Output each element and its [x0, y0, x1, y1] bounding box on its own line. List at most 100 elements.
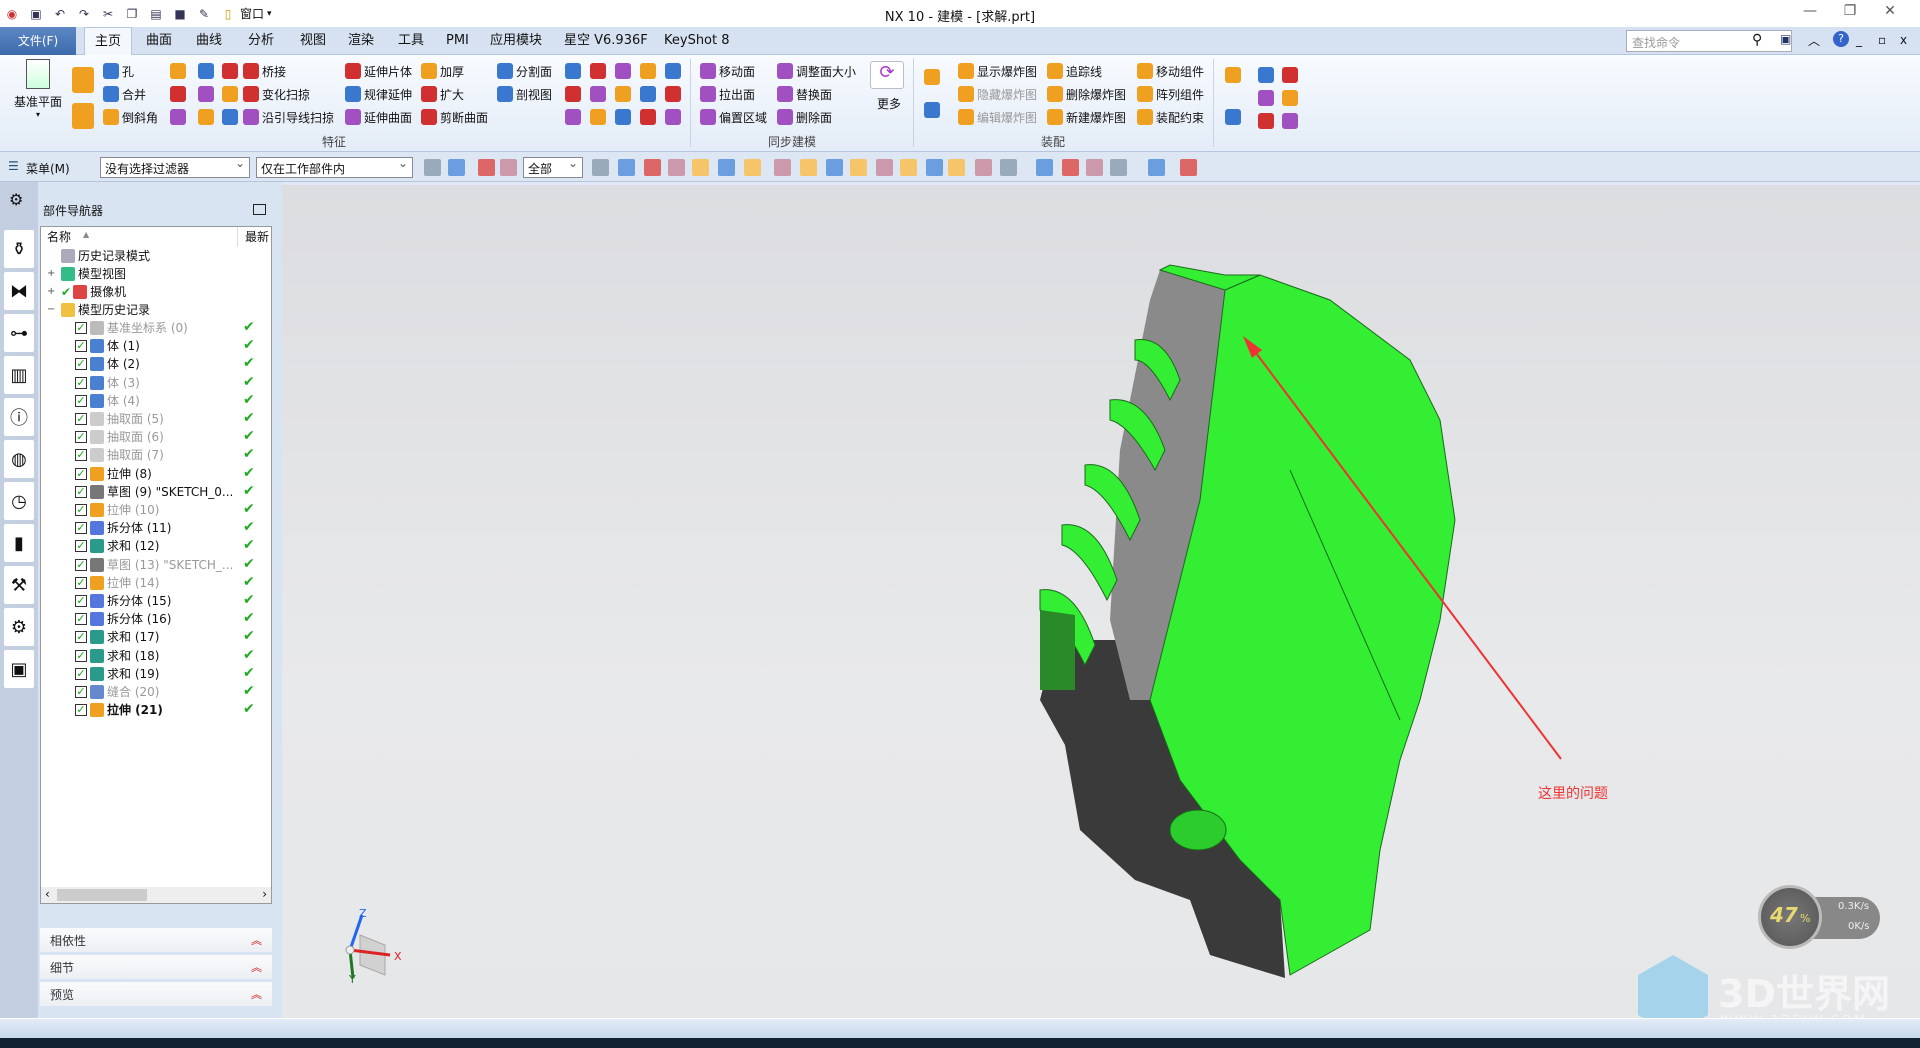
help-icon[interactable]: ?	[1833, 31, 1849, 47]
visibility-checkbox[interactable]: ✓	[75, 467, 87, 480]
visibility-checkbox[interactable]: ✓	[75, 522, 87, 535]
ribbon-icon-button[interactable]	[1225, 109, 1241, 125]
toolbar-icon-button[interactable]	[592, 159, 609, 176]
toolbar-icon-button[interactable]	[1036, 159, 1053, 176]
ribbon-button[interactable]: 剪断曲面	[421, 107, 488, 127]
visibility-checkbox[interactable]: ✓	[75, 704, 87, 717]
repeat-command-icon[interactable]: ■	[171, 6, 189, 22]
visibility-checkbox[interactable]: ✓	[75, 667, 87, 680]
ribbon-button[interactable]: 编辑爆炸图	[958, 107, 1037, 127]
toolbar-icon-button[interactable]	[826, 159, 843, 176]
doc-minimize-button[interactable]: _	[1856, 33, 1862, 47]
ribbon-icon-button[interactable]	[665, 86, 681, 102]
ribbon-icon-button[interactable]	[640, 86, 656, 102]
ribbon-button[interactable]: 隐藏爆炸图	[958, 84, 1037, 104]
restore-button[interactable]: ❐	[1835, 3, 1865, 19]
visibility-checkbox[interactable]: ✓	[75, 576, 87, 589]
maximize-icon[interactable]	[253, 204, 266, 215]
ribbon-icon-button[interactable]	[198, 86, 214, 102]
feature-row[interactable]: ✓ 抽取面 (5)	[75, 410, 164, 428]
ribbon-button[interactable]: 删除爆炸图	[1047, 84, 1126, 104]
toolbar-icon-button[interactable]	[692, 159, 709, 176]
toolbar-icon-button[interactable]	[774, 159, 791, 176]
feature-row[interactable]: ✓ 求和 (17)	[75, 628, 159, 646]
save-icon[interactable]: ▣	[27, 6, 45, 22]
toolbar-icon-button[interactable]	[500, 159, 517, 176]
toolbar-icon-button[interactable]	[1062, 159, 1079, 176]
expand-toggle[interactable]: +	[47, 265, 61, 283]
ribbon-icon-button[interactable]	[924, 69, 940, 85]
feature-row[interactable]: ✓ 草图 (13) "SKETCH_...	[75, 556, 233, 574]
web-browser-icon[interactable]: ◍	[4, 440, 34, 478]
horizontal-scrollbar[interactable]: ‹ ›	[41, 887, 271, 903]
ribbon-button[interactable]: 拉出面	[700, 84, 755, 104]
doc-close-button[interactable]: x	[1900, 33, 1907, 47]
feature-row[interactable]: ✓ 拆分体 (15)	[75, 592, 171, 610]
tab-2[interactable]: 曲线	[186, 27, 232, 55]
ribbon-icon-button[interactable]	[222, 109, 238, 125]
feature-row[interactable]: ✓ 体 (3)	[75, 374, 140, 392]
history-icon[interactable]: ◷	[4, 482, 34, 520]
ribbon-icon-button[interactable]	[565, 109, 581, 125]
visibility-checkbox[interactable]: ✓	[75, 413, 87, 425]
visibility-checkbox[interactable]: ✓	[75, 485, 87, 498]
feature-row[interactable]: ✓ 拉伸 (14)	[75, 574, 159, 592]
visibility-checkbox[interactable]: ✓	[75, 631, 87, 644]
ribbon-button[interactable]: 延伸曲面	[345, 107, 412, 127]
feature-row[interactable]: ✓ 求和 (18)	[75, 647, 159, 665]
ribbon-button[interactable]: 剖视图	[497, 84, 552, 104]
tree-node[interactable]: − 模型历史记录	[47, 301, 150, 319]
more-button[interactable]: ⟳ 更多	[870, 61, 908, 112]
chevron-down-icon[interactable]: ▾	[267, 9, 272, 19]
window-icon[interactable]: ▯	[219, 6, 237, 22]
ribbon-button[interactable]: 沿引导线扫掠	[243, 107, 334, 127]
tab-0[interactable]: 主页	[84, 27, 133, 55]
ribbon-button[interactable]: 偏置区域	[700, 107, 767, 127]
toolbar-icon-button[interactable]	[478, 159, 495, 176]
search-icon[interactable]: ⚲	[1752, 32, 1762, 48]
menu-button[interactable]: 菜单(M)	[26, 160, 70, 177]
toolbar-icon-button[interactable]	[975, 159, 992, 176]
ribbon-icon-button[interactable]	[198, 109, 214, 125]
revolve-icon[interactable]	[72, 103, 94, 129]
toolbar-icon-button[interactable]	[1000, 159, 1017, 176]
tab-6[interactable]: 工具	[388, 27, 434, 55]
ribbon-icon-button[interactable]	[1282, 113, 1298, 129]
ribbon-button[interactable]: 调整面大小	[777, 61, 856, 81]
ribbon-button[interactable]: 删除面	[777, 107, 832, 127]
feature-row[interactable]: ✓ 体 (4)	[75, 392, 140, 410]
ribbon-button[interactable]: 孔	[103, 61, 134, 81]
ribbon-icon-button[interactable]	[1282, 90, 1298, 106]
feature-row[interactable]: ✓ 抽取面 (6)	[75, 428, 164, 446]
visibility-checkbox[interactable]: ✓	[75, 649, 87, 662]
ribbon-icon-button[interactable]	[170, 86, 186, 102]
ribbon-icon-button[interactable]	[1258, 67, 1274, 83]
search-input[interactable]: 查找命令	[1626, 30, 1792, 52]
double-chevron-up-icon[interactable]: ︽	[251, 959, 262, 975]
feature-row[interactable]: ✓ 体 (2)	[75, 355, 140, 373]
feature-row[interactable]: ✓ 抽取面 (7)	[75, 446, 164, 464]
toolbar-icon-button[interactable]	[926, 159, 943, 176]
visibility-checkbox[interactable]: ✓	[75, 686, 87, 698]
feature-row[interactable]: ✓ 拆分体 (16)	[75, 610, 171, 628]
window-menu[interactable]: 窗口	[240, 5, 264, 22]
tab-9[interactable]: 星空 V6.936F	[554, 27, 658, 55]
tab-4[interactable]: 视图	[290, 27, 336, 55]
ribbon-icon-button[interactable]	[1225, 67, 1241, 83]
toolbar-icon-button[interactable]	[1148, 159, 1165, 176]
network-monitor-widget[interactable]: 47 % 0.3K/s 0K/s	[1758, 885, 1880, 949]
selection-scope-select[interactable]: 仅在工作部件内	[256, 156, 413, 178]
visibility-checkbox[interactable]: ✓	[75, 613, 87, 626]
undo-icon[interactable]: ↶	[51, 6, 69, 22]
paste-icon[interactable]: ▤	[147, 6, 165, 22]
tab-5[interactable]: 渲染	[338, 27, 384, 55]
toolbar-icon-button[interactable]	[850, 159, 867, 176]
tab-7[interactable]: PMI	[436, 27, 479, 55]
panel-0[interactable]: 相依性 ︽	[40, 928, 272, 952]
ribbon-button[interactable]: 替换面	[777, 84, 832, 104]
panel-1[interactable]: 细节 ︽	[40, 955, 272, 979]
roles-icon[interactable]: ⚙	[4, 608, 34, 646]
ribbon-button[interactable]: 加厚	[421, 61, 464, 81]
toolbar-icon-button[interactable]	[876, 159, 893, 176]
ribbon-icon-button[interactable]	[222, 86, 238, 102]
